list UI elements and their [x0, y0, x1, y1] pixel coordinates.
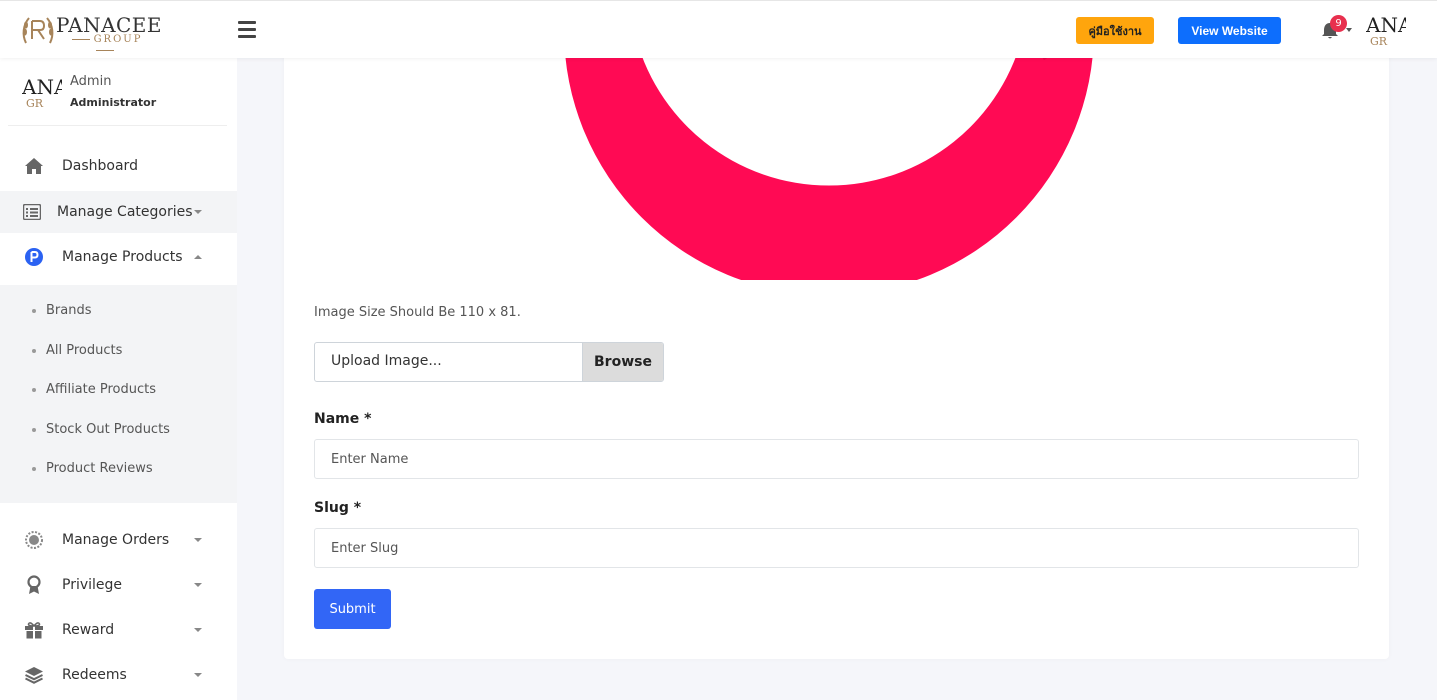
menu-toggle-icon[interactable]: [238, 21, 256, 38]
sidebar-item-manage-orders[interactable]: Manage Orders: [0, 519, 237, 561]
products-submenu: Brands All Products Affiliate Products S…: [0, 285, 237, 503]
top-header: PANACEE GROUP คู่มือใช้งาน View Website …: [0, 0, 1437, 58]
chevron-down-icon: [194, 673, 202, 677]
image-size-hint: Image Size Should Be 110 x 81.: [314, 305, 521, 320]
gear-badge-icon: [24, 530, 44, 550]
award-icon: [24, 575, 44, 595]
user-manual-button[interactable]: คู่มือใช้งาน: [1076, 17, 1154, 44]
sidebar-item-label: Manage Categories: [57, 204, 193, 220]
chevron-down-icon: [194, 583, 202, 587]
laurel-emblem-icon: [22, 17, 54, 44]
product-form-card: Image Size Should Be 110 x 81. Upload Im…: [284, 40, 1389, 659]
avatar-subtext: GR: [1370, 35, 1388, 48]
avatar: ANA GR: [22, 76, 62, 110]
header-avatar[interactable]: ANA GR: [1366, 14, 1406, 50]
sidebar-item-label: Manage Products: [62, 249, 183, 265]
chevron-up-icon: [194, 255, 202, 259]
sidebar-user-panel: ANA GR Admin Administrator: [8, 58, 227, 126]
sidebar-item-manage-categories[interactable]: Manage Categories: [0, 191, 237, 233]
submenu-item-brands[interactable]: Brands: [32, 303, 92, 318]
browse-button[interactable]: Browse: [582, 343, 663, 381]
avatar-text: ANA: [22, 76, 62, 99]
sidebar-item-label: Manage Orders: [62, 532, 170, 548]
sidebar-item-label: Dashboard: [62, 158, 138, 174]
slug-label: Slug *: [314, 500, 362, 516]
home-icon: [24, 156, 44, 176]
submit-button[interactable]: Submit: [314, 589, 391, 629]
avatar-subtext: GR: [26, 97, 44, 110]
sidebar-item-label: Redeems: [62, 667, 127, 683]
user-role: Administrator: [70, 96, 157, 109]
image-preview: [284, 40, 1389, 280]
slug-input[interactable]: [314, 528, 1359, 568]
submenu-item-stock-out-products[interactable]: Stock Out Products: [32, 422, 170, 437]
sidebar-item-privilege[interactable]: Privilege: [0, 564, 237, 606]
notification-badge: 9: [1330, 15, 1347, 32]
chevron-down-icon: [194, 210, 202, 214]
image-upload-field[interactable]: Upload Image... Browse: [314, 342, 664, 382]
sidebar-item-redeems[interactable]: Redeems: [0, 654, 237, 696]
submenu-item-all-products[interactable]: All Products: [32, 343, 122, 358]
view-website-button[interactable]: View Website: [1178, 17, 1281, 44]
avatar-text: ANA: [1366, 14, 1406, 37]
name-label: Name *: [314, 411, 372, 427]
preview-ring-graphic: [564, 40, 1094, 280]
sidebar: ANA GR Admin Administrator Dashboard Man…: [0, 58, 237, 700]
layers-icon: [24, 665, 44, 685]
gift-icon: [24, 620, 44, 640]
chevron-down-icon[interactable]: [1346, 28, 1352, 32]
logo-subtitle: GROUP: [60, 34, 150, 56]
user-name: Admin: [70, 74, 112, 89]
submenu-item-product-reviews[interactable]: Product Reviews: [32, 461, 153, 476]
product-p-icon: [24, 247, 44, 267]
sidebar-item-manage-products[interactable]: Manage Products: [0, 236, 237, 278]
panacee-logo[interactable]: PANACEE GROUP: [20, 13, 162, 49]
name-input[interactable]: [314, 439, 1359, 479]
sidebar-item-dashboard[interactable]: Dashboard: [0, 145, 237, 187]
chevron-down-icon: [194, 538, 202, 542]
sidebar-item-label: Reward: [62, 622, 115, 638]
upload-label: Upload Image...: [331, 353, 442, 369]
chevron-down-icon: [194, 628, 202, 632]
sidebar-item-reward[interactable]: Reward: [0, 609, 237, 651]
list-icon: [22, 202, 42, 222]
submenu-item-affiliate-products[interactable]: Affiliate Products: [32, 382, 156, 397]
sidebar-item-label: Privilege: [62, 577, 123, 593]
